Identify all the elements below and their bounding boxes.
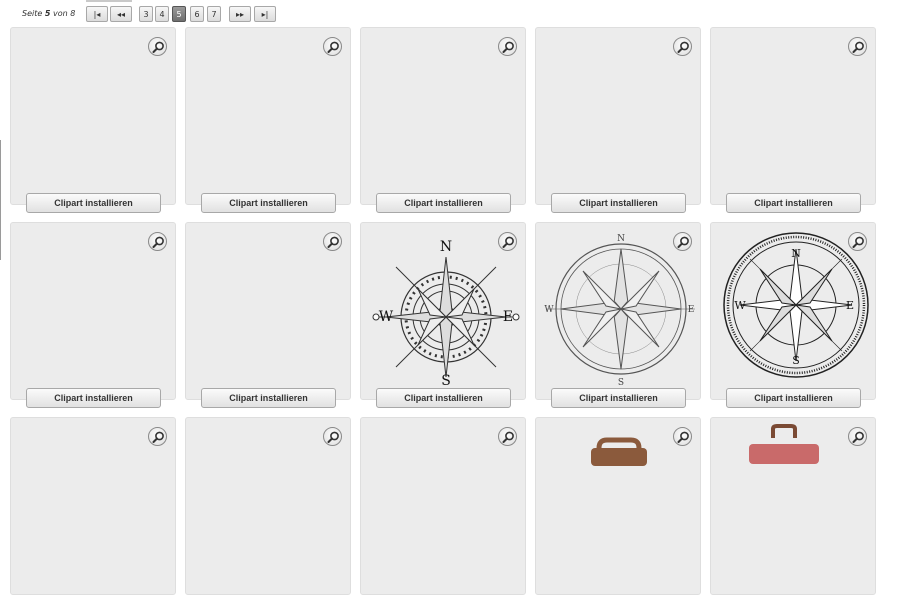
- zoom-icon[interactable]: [673, 232, 692, 251]
- clipart-tile: Clipart installieren: [185, 222, 351, 408]
- page-button-7[interactable]: 7: [207, 6, 221, 22]
- compass-rose-clipart: N S W E: [723, 232, 869, 378]
- clipart-tile: Clipart installieren: [10, 222, 176, 408]
- clipart-tile: Clipart installieren: [360, 27, 526, 213]
- compass-north-label: N: [617, 234, 625, 244]
- compass-rose-clipart: N S W E: [544, 234, 695, 388]
- clipart-tile: [360, 417, 526, 595]
- install-clipart-button[interactable]: Clipart installieren: [376, 193, 511, 213]
- page-indicator: Seite 5 von 8: [22, 9, 75, 18]
- zoom-icon[interactable]: [148, 37, 167, 56]
- clipart-tile-compass-rose: N S W E Clipart installieren: [360, 222, 526, 408]
- clipart-tile: Clipart installieren: [710, 27, 876, 213]
- clipart-tile: [185, 417, 351, 595]
- install-clipart-button[interactable]: Clipart installieren: [726, 193, 861, 213]
- zoom-icon[interactable]: [848, 427, 867, 446]
- page-label-middle: von: [52, 9, 68, 18]
- compass-east-label: E: [846, 299, 854, 312]
- clipart-tile: Clipart installieren: [535, 27, 701, 213]
- page-total: 8: [70, 9, 76, 18]
- clipart-tile-compass-rose: N S W E Clipart installieren: [535, 222, 701, 408]
- compass-west-label: W: [379, 309, 394, 325]
- zoom-icon[interactable]: [498, 37, 517, 56]
- compass-south-label: S: [441, 373, 451, 387]
- clipart-tile: Clipart installieren: [10, 27, 176, 213]
- prev-page-button[interactable]: ◂◂: [110, 6, 132, 22]
- install-clipart-button[interactable]: Clipart installieren: [376, 388, 511, 408]
- install-clipart-button[interactable]: Clipart installieren: [551, 388, 686, 408]
- clipart-tile-suitcase: [535, 417, 701, 595]
- compass-east-label: E: [688, 305, 695, 315]
- page-button-4[interactable]: 4: [155, 6, 169, 22]
- last-page-button[interactable]: ▸|: [254, 6, 276, 22]
- suitcase-brown-clipart: [591, 437, 647, 466]
- zoom-icon[interactable]: [848, 37, 867, 56]
- compass-south-label: S: [792, 354, 800, 367]
- zoom-icon[interactable]: [148, 232, 167, 251]
- first-page-button[interactable]: |◂: [86, 6, 108, 22]
- clipart-tile-compass-rose: N S W E Clipart installieren: [710, 222, 876, 408]
- left-edge-divider: [0, 140, 1, 260]
- compass-north-label: N: [440, 239, 452, 255]
- page-button-3[interactable]: 3: [139, 6, 153, 22]
- next-page-button[interactable]: ▸▸: [229, 6, 251, 22]
- zoom-icon[interactable]: [323, 37, 342, 56]
- zoom-icon[interactable]: [673, 427, 692, 446]
- zoom-icon[interactable]: [498, 232, 517, 251]
- compass-east-label: E: [503, 309, 513, 325]
- pagination-bar: Seite 5 von 8 |◂ ◂◂ 3 4 5 6 7 ▸▸ ▸|: [0, 0, 900, 28]
- install-clipart-button[interactable]: Clipart installieren: [551, 193, 686, 213]
- install-clipart-button[interactable]: Clipart installieren: [726, 388, 861, 408]
- zoom-icon[interactable]: [848, 232, 867, 251]
- page-current: 5: [44, 9, 51, 18]
- install-clipart-button[interactable]: Clipart installieren: [201, 388, 336, 408]
- zoom-icon[interactable]: [148, 427, 167, 446]
- suitcase-red-clipart: [749, 424, 819, 464]
- install-clipart-button[interactable]: Clipart installieren: [26, 388, 161, 408]
- zoom-icon[interactable]: [673, 37, 692, 56]
- page-button-5-active[interactable]: 5: [172, 6, 186, 22]
- compass-north-label: N: [791, 247, 801, 260]
- compass-west-label: W: [544, 305, 554, 315]
- clipart-tile-suitcase: [710, 417, 876, 595]
- install-clipart-button[interactable]: Clipart installieren: [26, 193, 161, 213]
- page-label-prefix: Seite: [22, 9, 43, 18]
- zoom-icon[interactable]: [323, 427, 342, 446]
- zoom-icon[interactable]: [323, 232, 342, 251]
- install-clipart-button[interactable]: Clipart installieren: [201, 193, 336, 213]
- zoom-icon[interactable]: [498, 427, 517, 446]
- page-button-6[interactable]: 6: [190, 6, 204, 22]
- compass-south-label: S: [618, 378, 624, 388]
- compass-rose-clipart: N S W E: [372, 239, 520, 387]
- compass-west-label: W: [734, 299, 746, 312]
- clipart-tile: Clipart installieren: [185, 27, 351, 213]
- clipart-tile: [10, 417, 176, 595]
